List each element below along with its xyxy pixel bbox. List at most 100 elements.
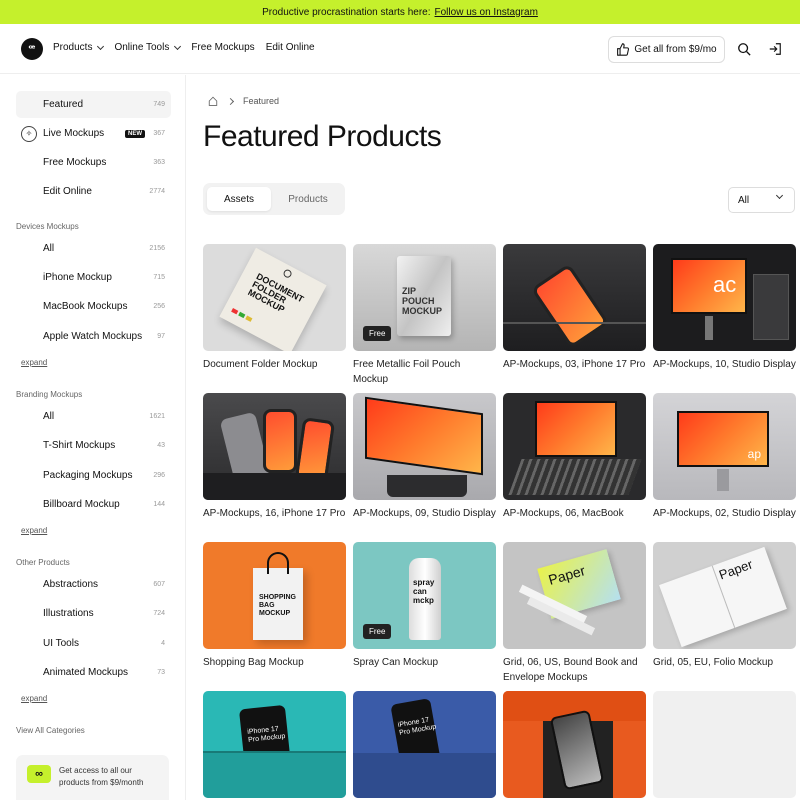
product-thumbnail[interactable]: Paper <box>503 542 646 649</box>
sidebar-item-iphone[interactable]: iPhone Mockup 715 <box>16 264 171 291</box>
sidebar-item-count: 1621 <box>149 413 165 420</box>
product-card[interactable] <box>503 691 646 800</box>
product-caption[interactable]: AP-Mockups, 16, iPhone 17 Pro <box>203 506 346 521</box>
product-card[interactable]: AP-Mockups, 16, iPhone 17 Pro <box>203 393 346 521</box>
view-all-categories-link[interactable]: View All Categories <box>16 726 85 735</box>
product-caption[interactable]: AP-Mockups, 02, Studio Display <box>653 506 796 521</box>
sidebar-item-free-mockups[interactable]: Free Mockups 363 <box>16 149 171 176</box>
subscription-promo-card[interactable]: ∞ Get access to all our products from $9… <box>16 755 169 800</box>
sidebar-item-abstractions[interactable]: Abstractions 607 <box>16 571 171 598</box>
sidebar-item-count: 715 <box>153 274 165 281</box>
expand-other-link[interactable]: expand <box>21 694 47 703</box>
sidebar-item-macbook[interactable]: MacBook Mockups 256 <box>16 293 171 320</box>
sidebar-item-count: 607 <box>153 581 165 588</box>
chevron-down-icon <box>775 191 784 200</box>
product-card[interactable]: ZIP POUCH MOCKUP Free Free Metallic Foil… <box>353 244 496 387</box>
product-card[interactable]: ap AP-Mockups, 02, Studio Display <box>653 393 796 521</box>
product-card[interactable]: ac AP-Mockups, 10, Studio Display <box>653 244 796 372</box>
product-caption[interactable]: Grid, 05, EU, Folio Mockup <box>653 655 796 670</box>
sidebar-item-devices-all[interactable]: All 2156 <box>16 235 171 262</box>
product-thumbnail[interactable]: SHOPPING BAG MOCKUP <box>203 542 346 649</box>
breadcrumb: Featured <box>208 96 279 106</box>
product-thumbnail[interactable]: ZIP POUCH MOCKUP Free <box>353 244 496 351</box>
sidebar-item-tshirt[interactable]: T-Shirt Mockups 43 <box>16 432 171 459</box>
product-thumbnail[interactable]: spray can mckp Free <box>353 542 496 649</box>
sidebar-item-count: 43 <box>157 442 165 449</box>
product-card[interactable]: iPhone 17 Pro Mockup <box>203 691 346 800</box>
sidebar-item-billboard[interactable]: Billboard Mockup 144 <box>16 491 171 518</box>
nav-free-mockups[interactable]: Free Mockups <box>191 42 254 53</box>
thumbnail-text: Paper <box>546 562 587 588</box>
product-caption[interactable]: Free Metallic Foil Pouch Mockup <box>353 357 496 387</box>
product-card[interactable]: AP-Mockups, 09, Studio Display <box>353 393 496 521</box>
sidebar-item-count: 724 <box>153 610 165 617</box>
product-caption[interactable]: Grid, 06, US, Bound Book and Envelope Mo… <box>503 655 646 685</box>
instagram-link[interactable]: Follow us on Instagram <box>435 7 538 18</box>
sidebar-item-featured[interactable]: Featured 749 <box>16 91 171 118</box>
login-icon[interactable] <box>767 41 783 57</box>
product-thumbnail[interactable]: ap <box>653 393 796 500</box>
product-caption[interactable]: Spray Can Mockup <box>353 655 496 670</box>
thumbnail-text: ap <box>747 447 761 461</box>
sidebar-item-ui-tools[interactable]: UI Tools 4 <box>16 630 171 657</box>
product-thumbnail[interactable]: iPhone 17 Pro Mockup <box>353 691 496 798</box>
product-card[interactable]: spray can mckp Free Spray Can Mockup <box>353 542 496 670</box>
product-thumbnail[interactable] <box>503 393 646 500</box>
thumbs-up-icon <box>617 43 630 56</box>
tab-assets[interactable]: Assets <box>207 187 271 211</box>
product-thumbnail[interactable]: Paper <box>653 542 796 649</box>
product-card[interactable]: AP-Mockups, 06, MacBook <box>503 393 646 521</box>
home-icon[interactable] <box>208 96 218 106</box>
expand-branding-link[interactable]: expand <box>21 526 47 535</box>
product-caption[interactable]: AP-Mockups, 06, MacBook <box>503 506 646 521</box>
nav-products[interactable]: Products <box>53 42 105 53</box>
sidebar-heading-branding: Branding Mockups <box>16 390 83 399</box>
sidebar-item-label: All <box>43 243 55 254</box>
page-title: Featured Products <box>203 120 442 153</box>
product-caption[interactable]: AP-Mockups, 09, Studio Display <box>353 506 496 521</box>
product-thumbnail[interactable] <box>503 244 646 351</box>
sidebar-item-count: 4 <box>161 640 165 647</box>
product-caption[interactable]: AP-Mockups, 03, iPhone 17 Pro <box>503 357 646 372</box>
subscribe-button[interactable]: Get all from $9/mo <box>608 36 725 63</box>
sidebar-item-live-mockups[interactable]: ✧ Live Mockups NEW 367 <box>16 120 171 147</box>
product-thumbnail[interactable] <box>353 393 496 500</box>
sidebar-item-edit-online[interactable]: Edit Online 2774 <box>16 178 171 205</box>
sidebar-item-illustrations[interactable]: Illustrations 724 <box>16 600 171 627</box>
filter-value: All <box>738 194 750 206</box>
expand-devices-link[interactable]: expand <box>21 358 47 367</box>
sidebar-item-packaging[interactable]: Packaging Mockups 296 <box>16 462 171 489</box>
thumbnail-text: iPhone 17 Pro Mockup <box>247 725 286 744</box>
product-thumbnail[interactable]: ac <box>653 244 796 351</box>
sidebar-item-label: iPhone Mockup <box>43 272 112 283</box>
product-caption[interactable]: AP-Mockups, 10, Studio Display <box>653 357 796 372</box>
product-card[interactable]: SHOPPING BAG MOCKUP Shopping Bag Mockup <box>203 542 346 670</box>
sidebar-item-label: Edit Online <box>43 186 92 197</box>
product-card[interactable] <box>653 691 796 800</box>
nav-edit-online[interactable]: Edit Online <box>266 42 315 53</box>
product-card[interactable]: DOCUMENT FOLDER MOCKUP Document Folder M… <box>203 244 346 372</box>
sidebar-item-label: Abstractions <box>43 579 99 590</box>
sidebar-item-branding-all[interactable]: All 1621 <box>16 403 171 430</box>
tab-products[interactable]: Products <box>275 187 341 211</box>
search-icon[interactable] <box>736 41 752 57</box>
product-card[interactable]: Paper Grid, 06, US, Bound Book and Envel… <box>503 542 646 685</box>
sidebar-item-apple-watch[interactable]: Apple Watch Mockups 97 <box>16 323 171 350</box>
product-thumbnail[interactable] <box>203 393 346 500</box>
logo[interactable]: ꟹ <box>21 38 43 60</box>
product-thumbnail[interactable]: DOCUMENT FOLDER MOCKUP <box>203 244 346 351</box>
nav-products-label: Products <box>53 42 93 53</box>
product-card[interactable]: AP-Mockups, 03, iPhone 17 Pro <box>503 244 646 372</box>
product-card[interactable]: Paper Grid, 05, EU, Folio Mockup <box>653 542 796 670</box>
nav-online-tools[interactable]: Online Tools <box>114 42 182 53</box>
sidebar-item-count: 296 <box>153 472 165 479</box>
chevron-right-icon <box>226 97 235 105</box>
product-thumbnail[interactable] <box>503 691 646 798</box>
product-thumbnail[interactable]: iPhone 17 Pro Mockup <box>203 691 346 798</box>
product-thumbnail[interactable] <box>653 691 796 798</box>
sidebar-item-animated[interactable]: Animated Mockups 73 <box>16 659 171 686</box>
product-caption[interactable]: Shopping Bag Mockup <box>203 655 346 670</box>
product-card[interactable]: iPhone 17 Pro Mockup <box>353 691 496 800</box>
product-caption[interactable]: Document Folder Mockup <box>203 357 346 372</box>
filter-select[interactable]: All <box>728 187 795 213</box>
